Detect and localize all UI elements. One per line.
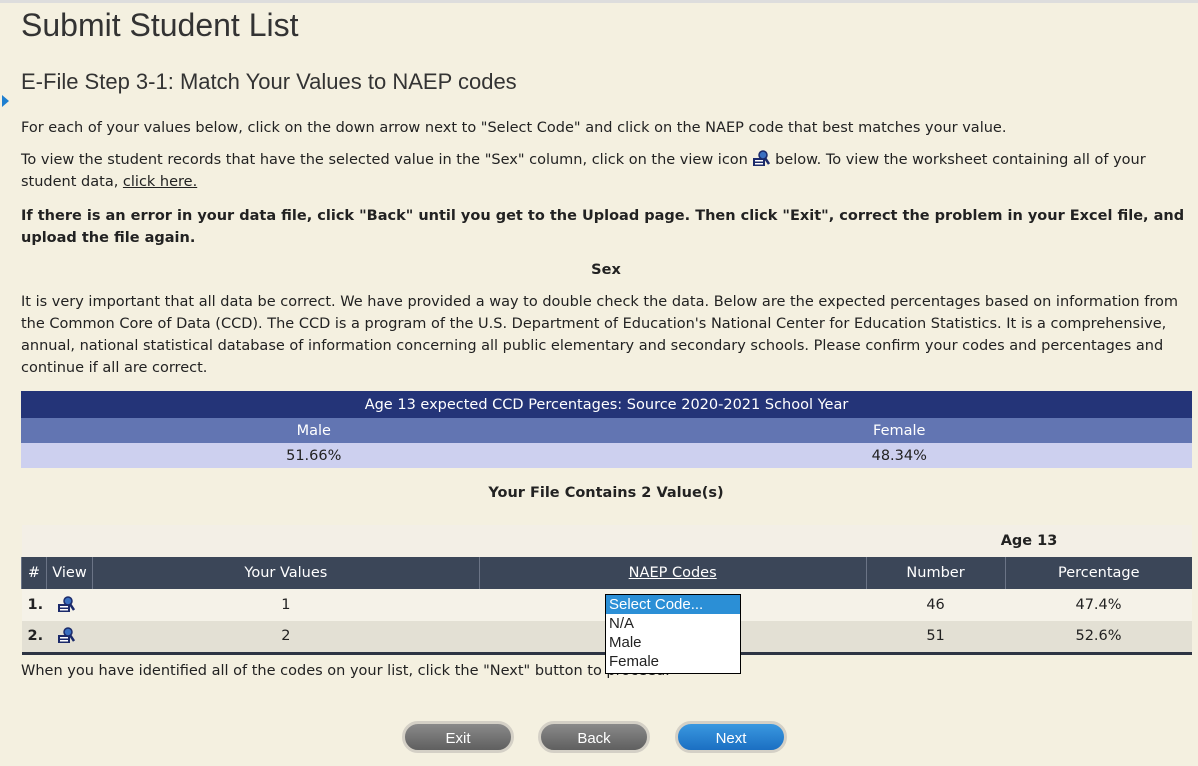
page-title: Submit Student List <box>21 7 299 43</box>
your-value: 2 <box>92 621 480 655</box>
view-button[interactable] <box>46 621 93 655</box>
header-naep-codes[interactable]: NAEP Codes <box>478 557 867 589</box>
your-value: 1 <box>92 589 480 621</box>
back-button[interactable]: Back <box>538 721 650 753</box>
percentage: 47.4% <box>1005 589 1192 621</box>
option-na[interactable]: N/A <box>606 614 740 633</box>
ccd-value-female: 48.34% <box>606 443 1192 468</box>
file-summary: Your File Contains 2 Value(s) <box>488 485 724 501</box>
header-count: Number <box>865 557 1006 589</box>
exit-button[interactable]: Exit <box>402 721 514 753</box>
worksheet-link[interactable]: click here. <box>123 174 197 190</box>
header-your-values: Your Values <box>91 557 480 589</box>
header-percentage: Percentage <box>1004 557 1192 589</box>
ccd-table-title: Age 13 expected CCD Percentages: Source … <box>21 391 1192 418</box>
age-group-label: Age 13 <box>866 525 1192 557</box>
view-icon[interactable] <box>57 596 76 613</box>
section-label: Sex <box>591 262 621 278</box>
row-number: 1. <box>21 589 47 621</box>
error-instruction: If there is an error in your data file, … <box>21 208 1185 246</box>
view-icon <box>753 150 771 166</box>
row-number: 2. <box>21 621 47 655</box>
option-female[interactable]: Female <box>606 652 740 671</box>
header-number: # <box>21 557 47 589</box>
count: 46 <box>866 589 1006 621</box>
option-select-code[interactable]: Select Code... <box>606 595 740 614</box>
next-button[interactable]: Next <box>675 721 787 753</box>
step-heading: E-File Step 3-1: Match Your Values to NA… <box>21 69 517 94</box>
ccd-percentages-table: Age 13 expected CCD Percentages: Source … <box>21 391 1192 468</box>
header-view: View <box>45 557 93 589</box>
ccd-header-female: Female <box>606 418 1192 443</box>
option-male[interactable]: Male <box>606 633 740 652</box>
view-icon[interactable] <box>57 627 76 644</box>
ccd-explanation: It is very important that all data be co… <box>21 294 1178 376</box>
count: 51 <box>866 621 1006 655</box>
ccd-header-male: Male <box>21 418 607 443</box>
pointer-marker <box>2 95 9 107</box>
view-instruction: To view the student records that have th… <box>21 150 1146 190</box>
view-button[interactable] <box>46 589 93 621</box>
percentage: 52.6% <box>1005 621 1192 655</box>
ccd-value-male: 51.66% <box>21 443 607 468</box>
instruction-text: For each of your values below, click on … <box>21 120 1007 136</box>
naep-code-dropdown[interactable]: Select Code... N/A Male Female <box>605 594 741 674</box>
